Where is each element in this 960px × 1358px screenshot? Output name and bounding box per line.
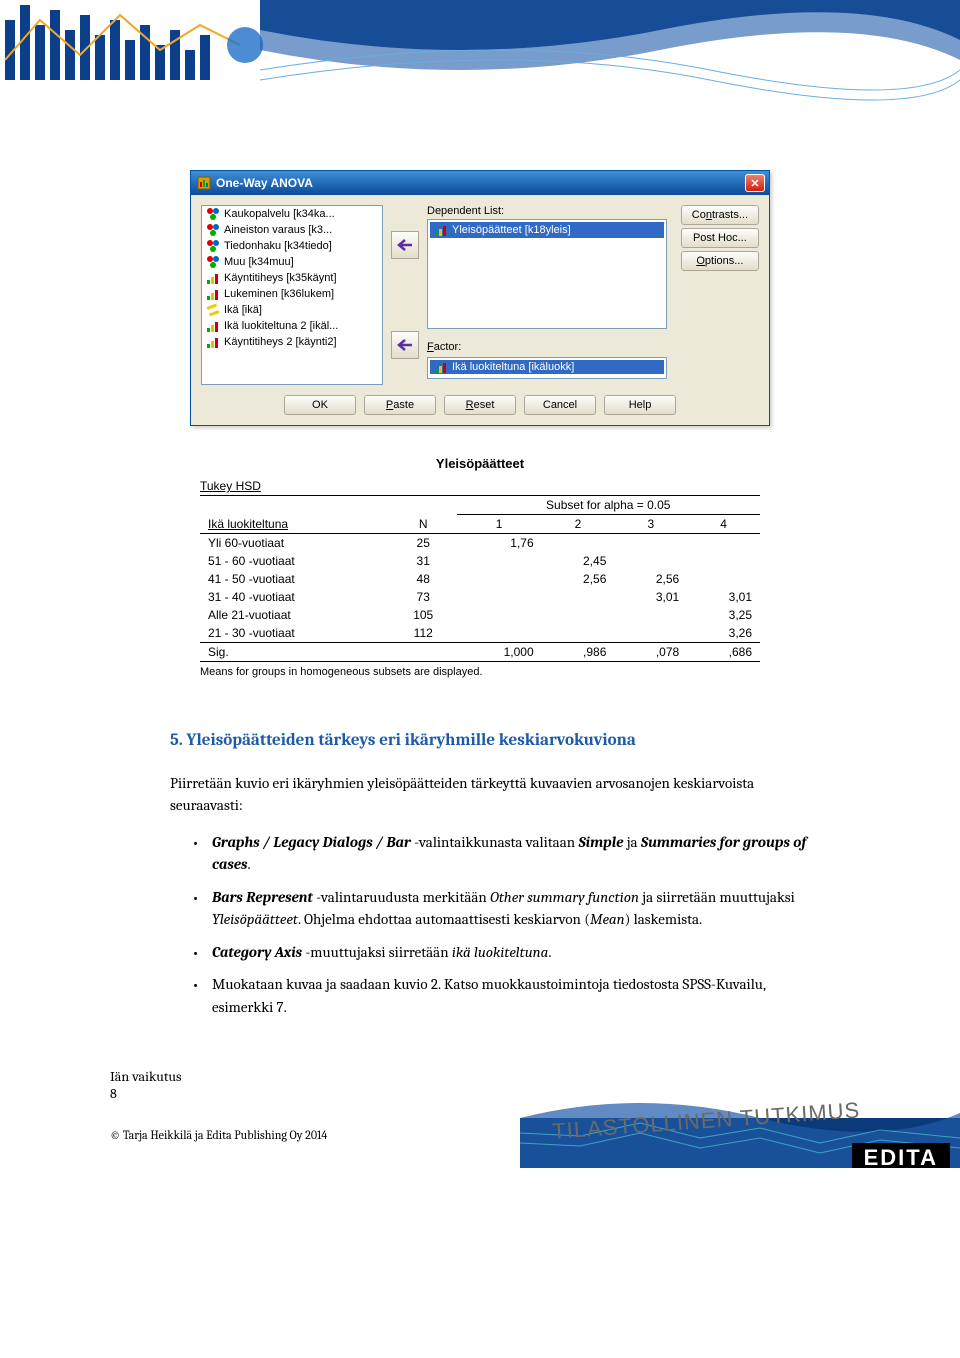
ordinal-icon [434,223,448,237]
var-item[interactable]: Muu [k34muu] [202,254,382,270]
table-row: 31 - 40 -vuotiaat733,013,01 [200,588,760,606]
var-item[interactable]: Lukeminen [k36lukem] [202,286,382,302]
ordinal-icon [206,271,220,285]
footer: Iän vaikutus 8 © Tarja Heikkilä ja Edita… [0,1048,960,1178]
factor-label: Factor: [427,341,667,353]
cancel-button[interactable]: Cancel [524,395,596,415]
dialog-app-icon [197,176,211,190]
ok-button[interactable]: OK [284,395,356,415]
help-button[interactable]: Help [604,395,676,415]
var-item[interactable]: Tiedonhaku [k34tiedo] [202,238,382,254]
ordinal-icon [206,319,220,333]
close-button[interactable]: ✕ [745,174,765,192]
group-col-header: Ikä luokiteltuna [200,515,390,534]
var-item[interactable]: Käyntitiheys [k35käynt] [202,270,382,286]
move-to-dependent-button[interactable] [391,231,419,259]
table-row: Yli 60-vuotiaat251,76 [200,534,760,553]
ordinal-icon [434,360,448,374]
var-item[interactable]: Ikä luokiteltuna 2 [ikäl... [202,318,382,334]
footer-copyright: © Tarja Heikkilä ja Edita Publishing Oy … [110,1128,327,1142]
dialog-title-bar[interactable]: One-Way ANOVA ✕ [191,171,769,195]
anova-dialog: One-Way ANOVA ✕ Kaukopalvelu [k34ka... A… [190,170,770,426]
intro-paragraph: Piirretään kuvio eri ikäryhmien yleisöpä… [170,772,820,817]
variable-list[interactable]: Kaukopalvelu [k34ka... Aineiston varaus … [201,205,383,385]
n-col-header: N [390,515,457,534]
nominal-icon [206,207,220,221]
footer-label: Iän vaikutus 8 [110,1068,182,1102]
var-item[interactable]: Kaukopalvelu [k34ka... [202,206,382,222]
table-row: 51 - 60 -vuotiaat312,45 [200,552,760,570]
output-note: Means for groups in homogeneous subsets … [200,666,760,678]
dependent-list-label: Dependent List: [427,205,667,217]
footer-banner: TILASTOLLINEN TUTKIMUS EDITA [520,1058,960,1168]
banner-wave-icon [260,0,960,110]
nominal-icon [206,239,220,253]
var-item[interactable]: Käyntitiheys 2 [käynti2] [202,334,382,350]
nominal-icon [206,223,220,237]
output-table: Yleisöpäätteet Tukey HSD Subset for alph… [200,456,760,678]
nominal-icon [206,255,220,269]
factor-box[interactable]: Ikä luokiteltuna [ikäluokk] [427,357,667,379]
table-row: Alle 21-vuotiaat1053,25 [200,606,760,624]
table-row: 41 - 50 -vuotiaat482,562,56 [200,570,760,588]
move-to-factor-button[interactable] [391,331,419,359]
scale-icon [206,303,220,317]
method-label: Tukey HSD [200,479,760,493]
tukey-table: Subset for alpha = 0.05 Ikä luokiteltuna… [200,495,760,662]
factor-item[interactable]: Ikä luokiteltuna [ikäluokk] [430,360,664,374]
ordinal-icon [206,287,220,301]
output-title: Yleisöpäätteet [200,456,760,471]
dependent-item[interactable]: Yleisöpäätteet [k18yleis] [430,222,664,238]
reset-button[interactable]: Reset [444,395,516,415]
bullet-item: Muokataan kuvaa ja saadaan kuvio 2. Kats… [192,973,820,1018]
var-item[interactable]: Ikä [ikä] [202,302,382,318]
dialog-title: One-Way ANOVA [216,176,313,190]
sig-row: Sig.1,000,986,078,686 [200,643,760,662]
bullet-item: Bars Represent -valintaruudusta merkitää… [192,886,820,931]
body-text: 5. Yleisöpäätteiden tärkeys eri ikäryhmi… [0,708,960,1048]
contrasts-button[interactable]: Contrasts... [681,205,759,225]
bullet-item: Category Axis -muuttujaksi siirretään ik… [192,941,820,964]
paste-button[interactable]: Paste [364,395,436,415]
header-banner [0,0,960,130]
options-button[interactable]: Options... [681,251,759,271]
dependent-list[interactable]: Yleisöpäätteet [k18yleis] [427,219,667,329]
section-heading: 5. Yleisöpäätteiden tärkeys eri ikäryhmi… [170,728,820,754]
var-item[interactable]: Aineiston varaus [k3... [202,222,382,238]
posthoc-button[interactable]: Post Hoc... [681,228,759,248]
edita-logo: EDITA [852,1143,950,1168]
table-row: 21 - 30 -vuotiaat1123,26 [200,624,760,643]
ordinal-icon [206,335,220,349]
subset-header: Subset for alpha = 0.05 [457,496,760,515]
bullet-item: Graphs / Legacy Dialogs / Bar -valintaik… [192,831,820,876]
